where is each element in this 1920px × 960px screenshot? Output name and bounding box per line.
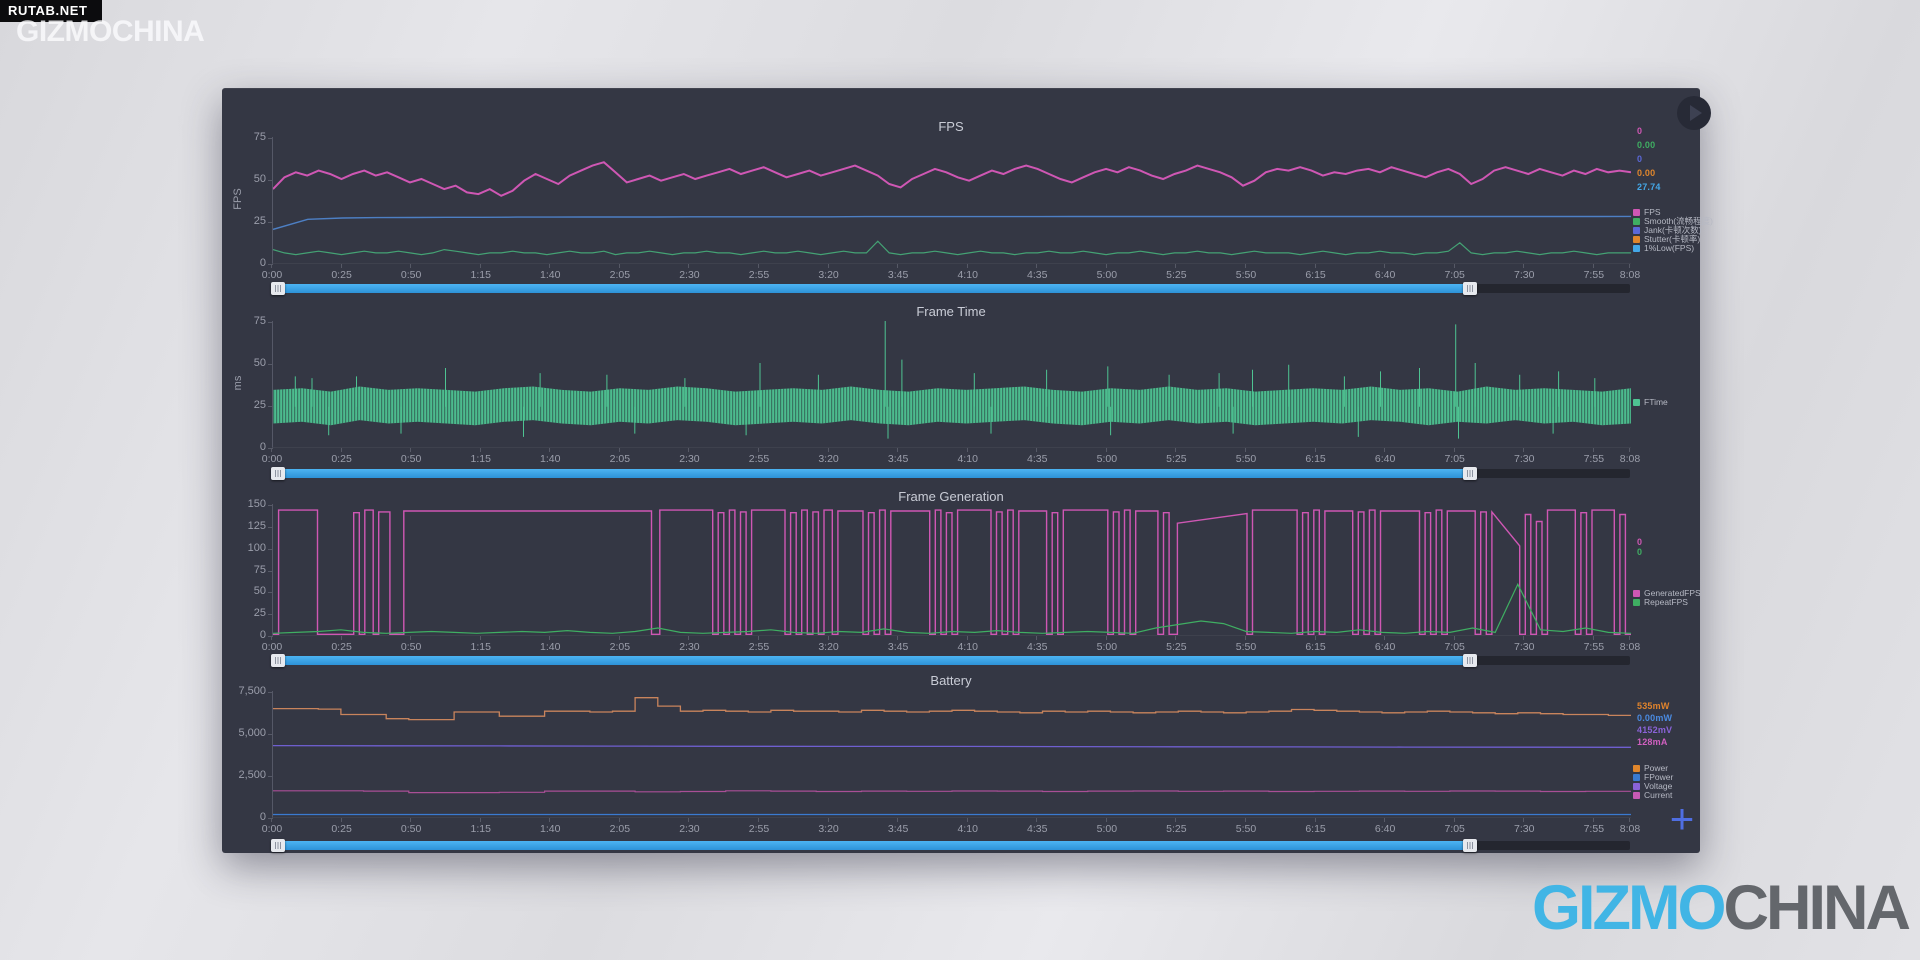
play-button[interactable] <box>1677 96 1711 130</box>
x-tick-label: 5:25 <box>1156 823 1196 835</box>
x-tick-label: 2:05 <box>600 823 640 835</box>
legend-label: FPower <box>1644 773 1673 781</box>
legend-item[interactable]: FPower <box>1633 773 1673 781</box>
x-tick-label: 0:00 <box>252 823 292 835</box>
series-value: 4152mV <box>1637 725 1672 735</box>
grip-icon <box>275 842 282 849</box>
series-value: 128mA <box>1637 737 1668 747</box>
x-tick-label: 5:00 <box>1087 823 1127 835</box>
x-tick-label: 7:30 <box>1504 823 1544 835</box>
add-chart-button[interactable]: + <box>1660 797 1704 841</box>
y-tick-label: 7,500 <box>230 685 266 697</box>
x-tick-label: 1:40 <box>530 823 570 835</box>
chart-battery: Battery 0 2,500 5,000 7,500 0:00 0:25 0:50 1:15… <box>222 89 1700 853</box>
plot-area <box>272 691 1631 818</box>
legend-swatch <box>1633 783 1640 790</box>
y-tick-label: 2,500 <box>230 769 266 781</box>
x-tick-label: 5:50 <box>1226 823 1266 835</box>
series-value: 0.00mW <box>1637 713 1672 723</box>
gizmochina-logo-gizmo: GIZMO <box>1532 873 1723 943</box>
series-voltage <box>273 746 1631 748</box>
x-tick-label: 7:05 <box>1435 823 1475 835</box>
x-tick-label: 3:45 <box>878 823 918 835</box>
scrollbar-handle-right[interactable] <box>1463 839 1477 852</box>
page: { "watermarks": { "rutab": "RUTAB.NET", … <box>0 0 1920 960</box>
series-current <box>273 791 1631 793</box>
y-tick-label: 5,000 <box>230 727 266 739</box>
play-icon <box>1690 105 1702 121</box>
gizmochina-logo-china: CHINA <box>1724 873 1909 943</box>
series-power <box>273 698 1631 720</box>
series-value: 535mW <box>1637 701 1670 711</box>
x-tick-label: 0:50 <box>391 823 431 835</box>
grip-icon <box>1467 842 1474 849</box>
legend-label: Voltage <box>1644 782 1672 790</box>
gizmochina-top-watermark: GIZMOCHINA <box>16 15 204 49</box>
y-tick-label: 0 <box>230 811 266 823</box>
x-tick-label: 1:15 <box>461 823 501 835</box>
legend-item[interactable]: Voltage <box>1633 782 1672 790</box>
x-tick-label: 3:20 <box>809 823 849 835</box>
x-tick-label: 8:08 <box>1610 823 1650 835</box>
gizmochina-logo: GIZMOCHINA <box>1532 872 1908 944</box>
x-tick-label: 7:55 <box>1574 823 1614 835</box>
chart-title: Battery <box>272 673 1630 688</box>
x-tick-label: 4:35 <box>1017 823 1057 835</box>
legend-item[interactable]: Power <box>1633 764 1668 772</box>
x-tick-label: 6:40 <box>1365 823 1405 835</box>
x-tick-label: 0:25 <box>322 823 362 835</box>
scrollbar-range[interactable] <box>272 841 1470 850</box>
legend-label: Power <box>1644 764 1668 772</box>
legend-swatch <box>1633 792 1640 799</box>
x-tick-label: 2:55 <box>739 823 779 835</box>
x-tick-label: 4:10 <box>948 823 988 835</box>
time-scrollbar[interactable] <box>272 841 1630 850</box>
legend-swatch <box>1633 765 1640 772</box>
scrollbar-handle-left[interactable] <box>271 839 285 852</box>
legend-swatch <box>1633 774 1640 781</box>
x-tick-label: 6:15 <box>1296 823 1336 835</box>
x-tick-label: 2:30 <box>669 823 709 835</box>
perf-monitor-panel: FPS FPS 02550750:000:250:501:151:402:052… <box>222 88 1700 853</box>
